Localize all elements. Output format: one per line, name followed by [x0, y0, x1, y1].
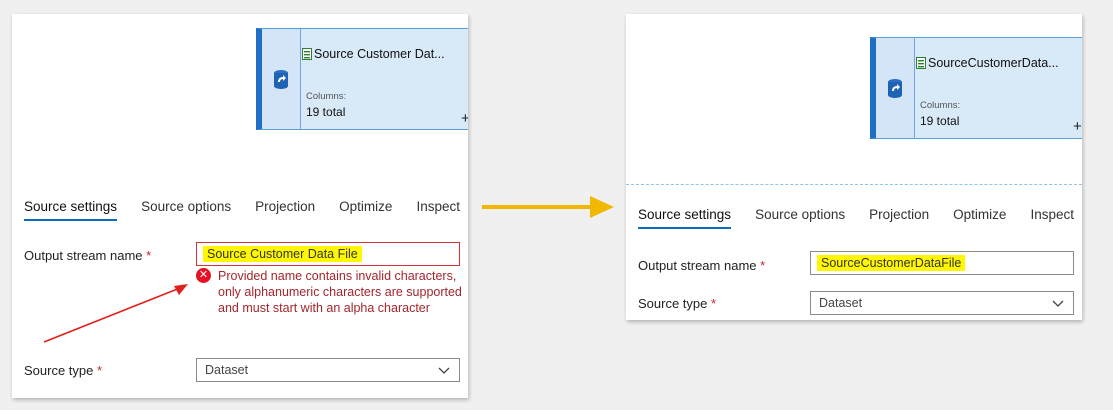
source-type-label-text: Source type: [24, 363, 94, 378]
spreadsheet-icon: [302, 47, 312, 65]
tab-source-settings[interactable]: Source settings: [638, 207, 732, 229]
node-title: Source Customer Dat...: [314, 47, 445, 61]
settings-tabs: Source settings Source options Projection O…: [638, 206, 1082, 236]
yellow-transition-arrow: [482, 196, 614, 218]
columns-label: Columns:: [306, 91, 347, 102]
tab-optimize[interactable]: Optimize: [953, 207, 1006, 229]
required-marker: *: [146, 248, 152, 263]
output-stream-label-text: Output stream name: [638, 258, 757, 273]
settings-tabs: Source settings Source options Projection O…: [24, 198, 468, 228]
chevron-down-icon: [1051, 295, 1065, 317]
tab-inspect[interactable]: Inspect: [416, 199, 460, 221]
tab-source-options[interactable]: Source options: [141, 199, 231, 221]
output-stream-value: SourceCustomerDataFile: [817, 255, 966, 271]
tab-source-options[interactable]: Source options: [755, 207, 845, 229]
tab-source-settings[interactable]: Source settings: [24, 199, 118, 221]
output-stream-name-input[interactable]: Source Customer Data File: [196, 242, 460, 266]
spreadsheet-icon: [916, 56, 926, 74]
output-stream-label: Output stream name *: [638, 258, 765, 273]
error-message: Provided name contains invalid character…: [218, 269, 462, 315]
validation-error: ✕ Provided name contains invalid charact…: [196, 268, 468, 316]
red-annotation-arrow: [43, 284, 188, 343]
required-marker: *: [760, 258, 766, 273]
columns-count: 19 total: [306, 105, 346, 119]
tab-inspect[interactable]: Inspect: [1030, 207, 1074, 229]
source-node[interactable]: Source Customer Dat... Columns: 19 total: [256, 28, 468, 130]
source-type-value: Dataset: [205, 363, 249, 377]
source-type-label: Source type *: [24, 363, 102, 378]
source-type-select[interactable]: Dataset: [196, 358, 460, 382]
source-type-label-text: Source type: [638, 296, 708, 311]
source-node[interactable]: SourceCustomerData... Columns: 19 total: [870, 37, 1082, 139]
dataset-source-icon: [876, 38, 915, 138]
required-marker: *: [97, 363, 103, 378]
output-stream-name-input[interactable]: SourceCustomerDataFile: [810, 251, 1074, 275]
chevron-down-icon: [437, 362, 451, 384]
add-transform-button[interactable]: +: [461, 110, 468, 127]
required-marker: *: [711, 296, 717, 311]
dataflow-canvas: Source Customer Dat... Columns: 19 total…: [12, 14, 468, 182]
panel-after: SourceCustomerData... Columns: 19 total …: [626, 14, 1082, 320]
tab-projection[interactable]: Projection: [255, 199, 315, 221]
node-title: SourceCustomerData...: [928, 56, 1059, 70]
add-transform-button[interactable]: +: [1073, 118, 1082, 135]
tab-projection[interactable]: Projection: [869, 207, 929, 229]
source-type-select[interactable]: Dataset: [810, 291, 1074, 315]
columns-count: 19 total: [920, 114, 960, 128]
source-type-value: Dataset: [819, 296, 863, 310]
output-stream-label: Output stream name *: [24, 248, 151, 263]
output-stream-label-text: Output stream name: [24, 248, 143, 263]
dataset-source-icon: [262, 29, 301, 129]
dataflow-canvas: SourceCustomerData... Columns: 19 total …: [626, 14, 1082, 185]
output-stream-value: Source Customer Data File: [203, 246, 362, 262]
source-type-label: Source type *: [638, 296, 716, 311]
tab-optimize[interactable]: Optimize: [339, 199, 392, 221]
columns-label: Columns:: [920, 100, 961, 111]
